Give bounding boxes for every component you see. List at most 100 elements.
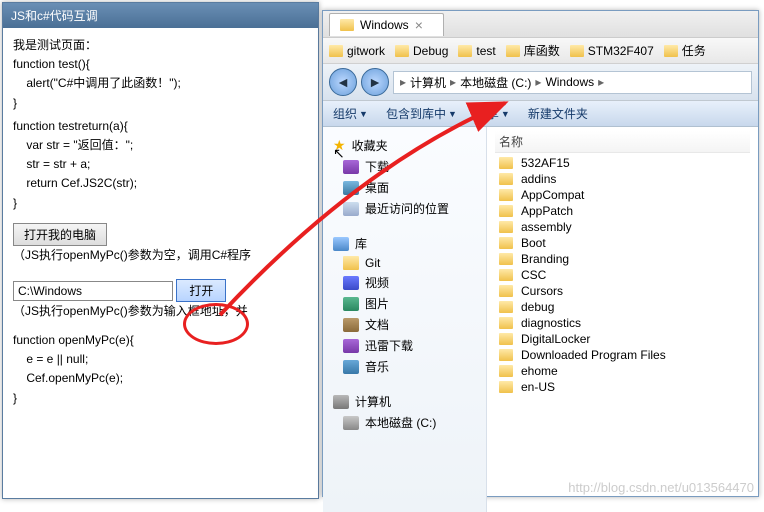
folder-icon — [499, 365, 513, 377]
note-text: （JS执行openMyPc()参数为空，调用C#程序 — [13, 246, 308, 265]
folder-icon — [343, 256, 359, 270]
code-line: str = str + a; — [13, 155, 308, 174]
picture-icon — [343, 297, 359, 311]
list-item[interactable]: en-US — [495, 379, 750, 395]
column-header-name[interactable]: 名称 — [495, 131, 750, 153]
tree-item-videos[interactable]: 视频 — [327, 272, 482, 293]
tree-item-desktop[interactable]: 桌面 — [327, 177, 482, 198]
breadcrumb[interactable]: ▸计算机▸本地磁盘 (C:)▸Windows▸ — [393, 71, 752, 94]
folder-icon — [395, 45, 409, 57]
organize-button[interactable]: 组织▼ — [333, 105, 368, 122]
tree-favorites[interactable]: ★收藏夹 — [327, 133, 482, 156]
download-icon — [343, 160, 359, 174]
list-item[interactable]: debug — [495, 299, 750, 315]
recent-icon — [343, 202, 359, 216]
explorer-window: Windows × gitwork Debug test 库函数 STM32F407 任务… — [322, 10, 759, 497]
path-input[interactable] — [13, 281, 173, 301]
folder-icon — [499, 173, 513, 185]
list-item[interactable]: Cursors — [495, 283, 750, 299]
tree-libraries[interactable]: 库 — [327, 231, 482, 254]
bookmark-item[interactable]: 库函数 — [506, 42, 560, 59]
tab-label: Windows — [360, 18, 409, 32]
folder-icon — [340, 19, 354, 31]
code-line: } — [13, 389, 308, 408]
list-item[interactable]: addins — [495, 171, 750, 187]
code-window: JS和c#代码互调 我是测试页面： function test(){ alert… — [2, 2, 319, 499]
folder-icon — [506, 45, 520, 57]
include-in-library-button[interactable]: 包含到库中▼ — [386, 105, 457, 122]
breadcrumb-segment[interactable]: 本地磁盘 (C:) — [458, 74, 533, 91]
back-button[interactable]: ◄ — [329, 68, 357, 96]
share-button[interactable]: 共享▼ — [475, 105, 510, 122]
tree-item-git[interactable]: Git — [327, 254, 482, 272]
bookmark-item[interactable]: test — [458, 42, 495, 59]
list-item[interactable]: Downloaded Program Files — [495, 347, 750, 363]
forward-button[interactable]: ► — [361, 68, 389, 96]
desktop-icon — [343, 181, 359, 195]
toolbar: 组织▼ 包含到库中▼ 共享▼ 新建文件夹 — [323, 101, 758, 127]
list-item[interactable]: Boot — [495, 235, 750, 251]
folder-icon — [499, 221, 513, 233]
tree-item-disk-c[interactable]: 本地磁盘 (C:) — [327, 412, 482, 433]
list-item[interactable]: AppCompat — [495, 187, 750, 203]
code-line: function test(){ — [13, 55, 308, 74]
list-item[interactable]: 532AF15 — [495, 155, 750, 171]
folder-icon — [499, 333, 513, 345]
bookmark-item[interactable]: STM32F407 — [570, 42, 654, 59]
disk-icon — [343, 416, 359, 430]
library-icon — [333, 237, 349, 251]
title-bar[interactable]: JS和c#代码互调 — [3, 3, 318, 28]
folder-icon — [499, 301, 513, 313]
music-icon — [343, 360, 359, 374]
folder-icon — [499, 317, 513, 329]
video-icon — [343, 276, 359, 290]
list-item[interactable]: DigitalLocker — [495, 331, 750, 347]
file-list: 名称 532AF15addinsAppCompatAppPatchassembl… — [487, 127, 758, 512]
folder-icon — [499, 157, 513, 169]
list-item[interactable]: AppPatch — [495, 203, 750, 219]
code-line: var str = "返回值："; — [13, 136, 308, 155]
code-line: function testreturn(a){ — [13, 117, 308, 136]
bookmark-item[interactable]: gitwork — [329, 42, 385, 59]
tree-item-downloads[interactable]: 下载 — [327, 156, 482, 177]
breadcrumb-segment[interactable]: 计算机 — [408, 74, 448, 91]
folder-icon — [499, 285, 513, 297]
list-item[interactable]: CSC — [495, 267, 750, 283]
note-text: （JS执行openMyPc()参数为输入框地址，并 — [13, 302, 308, 321]
code-line: e = e || null; — [13, 350, 308, 369]
window-title: JS和c#代码互调 — [11, 7, 98, 24]
bookmark-item[interactable]: Debug — [395, 42, 448, 59]
star-icon: ★ — [333, 137, 346, 154]
page-heading: 我是测试页面： — [13, 36, 308, 55]
folder-icon — [499, 205, 513, 217]
folder-icon — [458, 45, 472, 57]
page-body: 我是测试页面： function test(){ alert("C#中调用了此函… — [3, 28, 318, 416]
tree-item-documents[interactable]: 文档 — [327, 314, 482, 335]
main-area: ★收藏夹 下载 桌面 最近访问的位置 库 Git 视频 图片 文档 迅雷下载 音… — [323, 127, 758, 512]
tree-item-xunlei[interactable]: 迅雷下载 — [327, 335, 482, 356]
list-item[interactable]: ehome — [495, 363, 750, 379]
tab-strip: Windows × — [323, 11, 758, 38]
open-button[interactable]: 打开 — [176, 279, 226, 302]
code-line: alert("C#中调用了此函数！"); — [13, 74, 308, 93]
tree-item-music[interactable]: 音乐 — [327, 356, 482, 377]
list-item[interactable]: assembly — [495, 219, 750, 235]
folder-icon — [499, 381, 513, 393]
list-item[interactable]: Branding — [495, 251, 750, 267]
computer-icon — [333, 395, 349, 409]
address-bar: ◄ ► ▸计算机▸本地磁盘 (C:)▸Windows▸ — [323, 64, 758, 101]
folder-icon — [499, 349, 513, 361]
tree-item-pictures[interactable]: 图片 — [327, 293, 482, 314]
code-line: Cef.openMyPc(e); — [13, 369, 308, 388]
breadcrumb-segment[interactable]: Windows — [543, 75, 596, 89]
bookmark-item[interactable]: 任务 — [664, 42, 706, 59]
folder-icon — [499, 237, 513, 249]
open-my-pc-button[interactable]: 打开我的电脑 — [13, 223, 107, 246]
tab-windows[interactable]: Windows × — [329, 13, 444, 36]
close-icon[interactable]: × — [415, 17, 423, 33]
tree-computer[interactable]: 计算机 — [327, 389, 482, 412]
list-item[interactable]: diagnostics — [495, 315, 750, 331]
bookmarks-bar: gitwork Debug test 库函数 STM32F407 任务 — [323, 38, 758, 64]
tree-item-recent[interactable]: 最近访问的位置 — [327, 198, 482, 219]
new-folder-button[interactable]: 新建文件夹 — [528, 105, 588, 122]
